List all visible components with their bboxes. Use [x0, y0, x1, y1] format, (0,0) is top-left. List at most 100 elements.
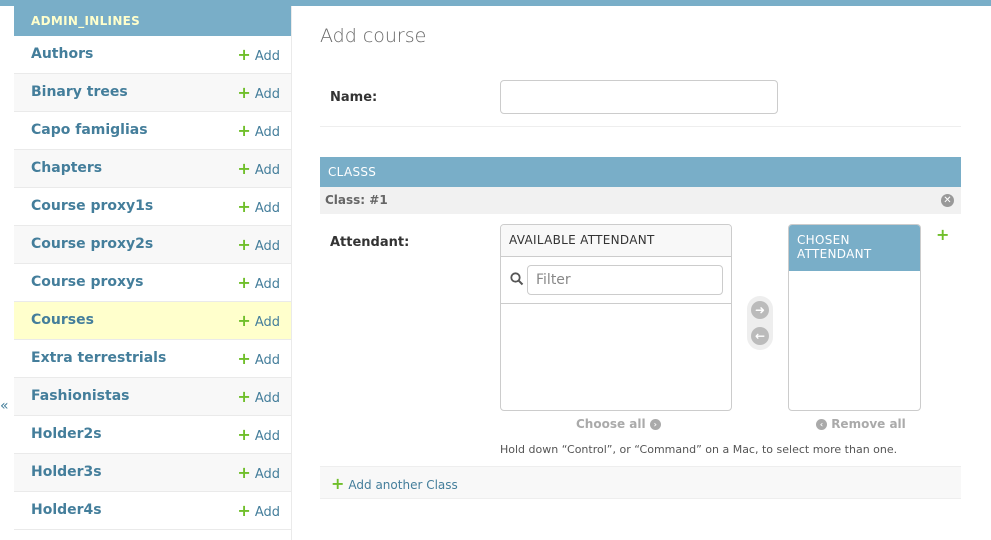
- model-link[interactable]: Course proxy1s: [31, 188, 153, 225]
- attendant-label: Attendant:: [330, 235, 410, 250]
- add-link[interactable]: + Add: [237, 112, 280, 151]
- add-label: Add: [254, 391, 280, 406]
- add-link[interactable]: + Add: [237, 378, 280, 417]
- choose-all-link[interactable]: Choose all ›: [576, 417, 661, 431]
- filter-row: [501, 257, 731, 304]
- sidebar-item-capo-famiglias: Capo famiglias + Add: [14, 112, 291, 150]
- name-form-row: Name:: [320, 68, 961, 127]
- add-link[interactable]: + Add: [237, 340, 280, 379]
- plus-icon: +: [237, 349, 251, 368]
- model-link[interactable]: Courses: [31, 302, 94, 339]
- plus-icon: +: [237, 159, 251, 178]
- chevron-right-icon: ›: [649, 419, 661, 430]
- name-label: Name:: [330, 90, 378, 105]
- delete-icon[interactable]: ✕: [941, 194, 954, 207]
- add-link[interactable]: + Add: [237, 226, 280, 265]
- plus-icon: +: [237, 121, 251, 140]
- add-link[interactable]: + Add: [237, 36, 280, 75]
- sidebar-item-holder2s: Holder2s + Add: [14, 416, 291, 454]
- plus-icon: +: [237, 45, 251, 64]
- chooser-arrows: ➜ ←: [747, 296, 773, 350]
- add-label: Add: [254, 315, 280, 330]
- add-label: Add: [254, 429, 280, 444]
- add-link[interactable]: + Add: [237, 454, 280, 493]
- sidebar-item-authors: Authors + Add: [14, 36, 291, 74]
- inline-group-header: CLASSS: [320, 157, 961, 187]
- model-link[interactable]: Capo famiglias: [31, 112, 148, 149]
- add-related-icon[interactable]: +: [936, 225, 949, 244]
- add-link[interactable]: + Add: [237, 74, 280, 113]
- sidebar-item-courses: Courses + Add: [14, 302, 291, 340]
- add-label: Add: [254, 353, 280, 368]
- add-label: Add: [254, 49, 280, 64]
- model-link[interactable]: Binary trees: [31, 74, 128, 111]
- model-link[interactable]: Extra terrestrials: [31, 340, 166, 377]
- model-link[interactable]: Course proxys: [31, 264, 144, 301]
- inline-item-header: Class: #1 ✕: [320, 187, 961, 214]
- inline-item-label: Class: #1: [325, 193, 388, 207]
- sidebar-nav: ADMIN_INLINES Authors + Add Binary trees …: [14, 6, 292, 540]
- page-title: Add course: [320, 25, 427, 47]
- add-another-label: Add another Class: [348, 478, 458, 492]
- chosen-options-list[interactable]: [789, 271, 920, 410]
- remove-all-link[interactable]: ‹ Remove all: [816, 417, 906, 431]
- module-caption[interactable]: ADMIN_INLINES: [14, 6, 291, 36]
- search-icon: [510, 272, 524, 286]
- model-link[interactable]: Holder2s: [31, 416, 102, 453]
- add-another-link[interactable]: + Add another Class: [331, 467, 458, 502]
- collapse-sidebar-button[interactable]: «: [0, 398, 9, 414]
- plus-icon: +: [237, 197, 251, 216]
- available-options-list[interactable]: [501, 304, 731, 410]
- plus-icon: +: [237, 425, 251, 444]
- available-title: AVAILABLE ATTENDANT: [501, 225, 731, 257]
- available-attendant-selector: AVAILABLE ATTENDANT: [500, 224, 732, 411]
- add-label: Add: [254, 467, 280, 482]
- sidebar-item-binary-trees: Binary trees + Add: [14, 74, 291, 112]
- chosen-title: CHOSEN ATTENDANT: [789, 225, 920, 271]
- sidebar-item-holder3s: Holder3s + Add: [14, 454, 291, 492]
- sidebar-item-chapters: Chapters + Add: [14, 150, 291, 188]
- add-label: Add: [254, 505, 280, 520]
- add-selected-icon[interactable]: ➜: [751, 301, 769, 319]
- add-link[interactable]: + Add: [237, 264, 280, 303]
- name-input[interactable]: [500, 80, 778, 114]
- plus-icon: +: [237, 83, 251, 102]
- model-link[interactable]: Chapters: [31, 150, 102, 187]
- chevron-left-icon: ‹: [816, 419, 827, 430]
- sidebar-item-course-proxy1s: Course proxy1s + Add: [14, 188, 291, 226]
- add-label: Add: [254, 163, 280, 178]
- remove-all-label: Remove all: [831, 417, 906, 431]
- plus-icon: +: [237, 501, 251, 520]
- sidebar-item-holder4s: Holder4s + Add: [14, 492, 291, 530]
- plus-icon: +: [237, 235, 251, 254]
- plus-icon: +: [237, 463, 251, 482]
- add-label: Add: [254, 201, 280, 216]
- model-link[interactable]: Holder4s: [31, 492, 102, 529]
- remove-selected-icon[interactable]: ←: [751, 327, 769, 345]
- plus-icon: +: [237, 387, 251, 406]
- help-text: Hold down “Control”, or “Command” on a M…: [500, 443, 898, 456]
- add-link[interactable]: + Add: [237, 150, 280, 189]
- add-link[interactable]: + Add: [237, 302, 280, 341]
- model-link[interactable]: Holder3s: [31, 454, 102, 491]
- model-link[interactable]: Fashionistas: [31, 378, 129, 415]
- sidebar-item-fashionistas: Fashionistas + Add: [14, 378, 291, 416]
- plus-icon: +: [237, 311, 251, 330]
- plus-icon: +: [237, 273, 251, 292]
- model-link[interactable]: Authors: [31, 36, 93, 73]
- add-link[interactable]: + Add: [237, 188, 280, 227]
- add-label: Add: [254, 87, 280, 102]
- add-link[interactable]: + Add: [237, 416, 280, 455]
- model-link[interactable]: Course proxy2s: [31, 226, 153, 263]
- sidebar-item-course-proxys: Course proxys + Add: [14, 264, 291, 302]
- sidebar-item-extra-terrestrials: Extra terrestrials + Add: [14, 340, 291, 378]
- add-label: Add: [254, 239, 280, 254]
- add-label: Add: [254, 277, 280, 292]
- add-label: Add: [254, 125, 280, 140]
- filter-input[interactable]: [527, 265, 723, 295]
- plus-icon: +: [331, 474, 345, 493]
- add-link[interactable]: + Add: [237, 492, 280, 531]
- sidebar-item-course-proxy2s: Course proxy2s + Add: [14, 226, 291, 264]
- choose-all-label: Choose all: [576, 417, 646, 431]
- add-another-row: + Add another Class: [320, 466, 961, 499]
